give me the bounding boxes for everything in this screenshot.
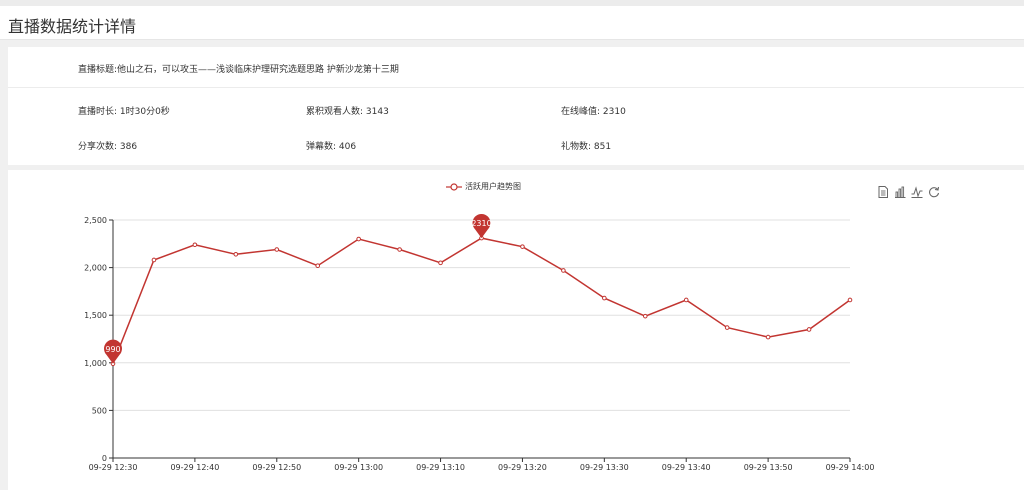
y-tick-label: 0 — [102, 454, 107, 463]
y-tick-label: 2,500 — [84, 216, 107, 225]
data-point — [561, 268, 566, 273]
y-tick-label: 2,000 — [84, 264, 107, 273]
data-point — [356, 236, 361, 242]
x-tick-label: 09-29 13:20 — [498, 463, 547, 472]
x-tick-label: 09-29 13:10 — [416, 463, 465, 472]
data-point — [683, 297, 689, 303]
data-point — [602, 295, 607, 301]
x-tick-label: 09-29 12:40 — [170, 463, 219, 472]
x-tick-label: 09-29 13:00 — [334, 463, 383, 472]
y-tick-label: 1,000 — [84, 359, 107, 368]
x-tick-label: 09-29 13:30 — [580, 463, 629, 472]
series-layer — [110, 235, 853, 367]
data-point — [806, 327, 812, 332]
data-point — [642, 313, 648, 319]
data-point — [397, 247, 402, 252]
data-point — [765, 334, 771, 340]
x-tick-label: 09-29 12:30 — [89, 463, 138, 472]
grid-layer — [113, 219, 850, 411]
marker-layer: 990 2310 — [104, 213, 492, 364]
data-point — [274, 247, 280, 252]
y-tick-label: 500 — [92, 406, 107, 415]
data-point — [192, 242, 198, 248]
legend-label: 活跃用户趋势图 — [465, 182, 521, 191]
axis-layer: 0 500 1,000 1,500 2,000 2,500 09-29 12:30 09-29… — [84, 216, 874, 472]
y-tick-label: 1,500 — [84, 311, 107, 320]
marker-label: 990 — [105, 345, 120, 354]
data-point — [847, 297, 853, 303]
x-tick-label: 09-29 13:40 — [662, 463, 711, 472]
chart-toolbox — [876, 185, 941, 199]
restore-icon[interactable] — [927, 185, 941, 199]
data-point — [724, 325, 730, 330]
line-chart-icon[interactable] — [910, 185, 924, 199]
marker-label: 2310 — [471, 219, 491, 228]
data-point — [233, 251, 239, 257]
data-point — [520, 244, 525, 249]
x-tick-label: 09-29 14:00 — [826, 463, 875, 472]
x-tick-label: 09-29 12:50 — [252, 463, 301, 472]
series-line — [112, 237, 851, 365]
bar-chart-icon[interactable] — [893, 185, 907, 199]
legend-line-icon — [446, 182, 462, 191]
data-point — [315, 263, 321, 268]
trend-chart: 0 500 1,000 1,500 2,000 2,500 09-29 12:30 09-29… — [84, 213, 874, 472]
x-tick-label: 09-29 13:50 — [744, 463, 793, 472]
data-view-icon[interactable] — [876, 185, 890, 199]
data-point — [151, 257, 157, 263]
data-point — [438, 260, 443, 266]
chart-legend[interactable]: 活跃用户趋势图 — [446, 181, 521, 192]
